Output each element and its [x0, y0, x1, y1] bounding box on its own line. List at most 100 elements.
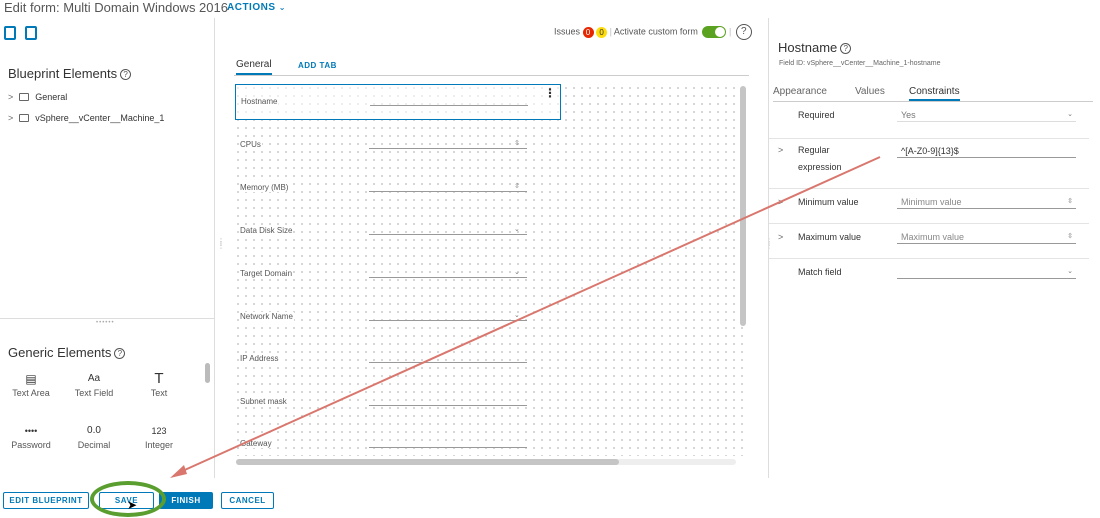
form-field-label: Target Domain [239, 269, 294, 278]
help-icon[interactable]: ? [735, 24, 752, 40]
required-value[interactable]: Yes [901, 110, 916, 120]
left-scrollbar[interactable] [205, 363, 210, 383]
help-icon[interactable]: ? [840, 43, 852, 55]
constraint-required: Required Yes ⌄ [769, 104, 1089, 139]
actions-menu[interactable]: ACTIONS ⌄ [227, 2, 286, 13]
cpus-input[interactable] [369, 148, 527, 149]
kebab-menu-icon[interactable]: ⋮ [544, 87, 556, 99]
add-tab-button[interactable]: ADD TAB [298, 61, 337, 70]
data-disk-size-select[interactable] [369, 234, 527, 235]
text-icon: T [154, 370, 164, 387]
constraint-label: Regular expression [798, 145, 842, 172]
chevron-right-icon[interactable]: > [8, 113, 13, 123]
stepper-icon[interactable]: ⇳ [1067, 230, 1073, 244]
resize-handle[interactable]: •••••• [96, 320, 115, 326]
help-icon[interactable]: ? [120, 69, 132, 81]
network-name-select[interactable] [369, 320, 527, 321]
generic-item-password[interactable]: •••• Password [1, 422, 61, 450]
regex-input[interactable]: ^[A-Z0-9]{13}$ [897, 144, 1076, 158]
tab-appearance[interactable]: Appearance [773, 86, 827, 99]
stepper-icon[interactable]: ⇳ [1067, 195, 1073, 209]
decimal-icon: 0.0 [87, 425, 101, 436]
tree-item-label: vSphere__vCenter__Machine_1 [35, 113, 165, 123]
form-field-data-disk-size[interactable]: Data Disk Size ⌄ [234, 214, 564, 250]
chevron-right-icon[interactable]: > [778, 197, 783, 207]
stepper-icon[interactable]: ⇳ [514, 182, 520, 190]
tab-values[interactable]: Values [855, 86, 885, 99]
form-canvas[interactable]: Hostname ⋮ CPUs ⇳ Memory (MB) ⇳ Data Dis… [234, 84, 749, 456]
form-field-label: Data Disk Size [239, 226, 294, 235]
form-field-target-domain[interactable]: Target Domain ⌄ [234, 257, 564, 293]
constraint-label: Required [798, 110, 835, 120]
constraint-match-field: Match field ⌄ [769, 259, 1089, 294]
min-value-input[interactable]: Minimum value ⇳ [897, 195, 1076, 209]
form-field-label: Memory (MB) [239, 183, 290, 192]
form-field-network-name[interactable]: Network Name ⌄ [234, 300, 564, 336]
chevron-down-icon[interactable]: ⌄ [1067, 108, 1073, 122]
constraint-label: Match field [798, 267, 842, 277]
page-title: Edit form: Multi Domain Windows 2016 [4, 0, 228, 15]
chevron-down-icon[interactable]: ⌄ [514, 268, 520, 276]
tab-general[interactable]: General [236, 59, 272, 75]
finish-button[interactable]: FINISH [159, 492, 213, 509]
form-field-gateway[interactable]: Gateway [234, 427, 564, 456]
chevron-down-icon[interactable]: ⌄ [1067, 265, 1073, 279]
resize-handle[interactable]: ⋮ ⋮ [217, 238, 225, 250]
form-field-hostname[interactable]: Hostname ⋮ [235, 84, 561, 120]
ip-address-input[interactable] [369, 362, 527, 363]
chevron-down-icon[interactable]: ⌄ [279, 3, 286, 12]
chevron-down-icon[interactable]: ⌄ [514, 225, 520, 233]
form-field-label: IP Address [239, 354, 280, 363]
tree-item-machine[interactable]: > vSphere__vCenter__Machine_1 [8, 113, 164, 123]
hostname-input[interactable] [370, 105, 528, 106]
required-select[interactable]: Yes ⌄ [897, 108, 1076, 122]
cancel-button[interactable]: CANCEL [221, 492, 274, 509]
max-value-placeholder[interactable]: Maximum value [901, 232, 964, 242]
custom-form-toggle[interactable] [702, 26, 727, 38]
generic-item-label: Text Area [12, 388, 50, 398]
generic-item-text[interactable]: T Text [129, 370, 189, 398]
chevron-down-icon[interactable]: ⌄ [514, 311, 520, 319]
form-field-cpus[interactable]: CPUs ⇳ [234, 128, 564, 164]
form-field-memory[interactable]: Memory (MB) ⇳ [234, 171, 564, 207]
edit-blueprint-button[interactable]: EDIT BLUEPRINT [3, 492, 89, 509]
tab-constraints[interactable]: Constraints [909, 86, 960, 101]
target-domain-select[interactable] [369, 277, 527, 278]
canvas-horizontal-scrollbar[interactable] [236, 459, 619, 465]
text-area-icon: ▤ [25, 372, 37, 386]
gateway-input[interactable] [369, 447, 527, 448]
folder-icon [19, 93, 30, 101]
chevron-right-icon[interactable]: > [778, 232, 783, 242]
issues-label: Issues [554, 26, 581, 37]
issues-error-badge[interactable]: 0 [582, 26, 594, 38]
subnet-mask-input[interactable] [369, 405, 527, 406]
panel-divider [0, 318, 214, 319]
generic-item-label: Decimal [77, 440, 111, 450]
help-icon[interactable]: ? [114, 348, 126, 360]
chevron-right-icon[interactable]: > [8, 92, 13, 102]
custom-form-label: Activate custom form [613, 26, 698, 37]
chevron-right-icon[interactable]: > [778, 145, 783, 155]
tree-item-general[interactable]: > General [8, 92, 67, 102]
generic-item-text-area[interactable]: ▤ Text Area [1, 370, 61, 398]
memory-input[interactable] [369, 191, 527, 192]
match-field-select[interactable]: ⌄ [897, 265, 1076, 279]
generic-item-text-field[interactable]: Aa Text Field [64, 370, 124, 398]
left-panel: Blueprint Elements? > General > vSphere__v… [0, 18, 215, 478]
generic-item-integer[interactable]: 123 Integer [129, 422, 189, 450]
copy-icon[interactable] [4, 26, 16, 40]
form-field-ip-address[interactable]: IP Address [234, 342, 564, 378]
clipboard-icon[interactable] [25, 26, 38, 40]
max-value-input[interactable]: Maximum value ⇳ [897, 230, 1076, 244]
actions-label[interactable]: ACTIONS [227, 2, 276, 13]
integer-icon: 123 [151, 426, 167, 436]
stepper-icon[interactable]: ⇳ [514, 139, 520, 147]
issues-warning-badge[interactable]: 0 [596, 26, 608, 38]
canvas-vertical-scrollbar[interactable] [740, 86, 746, 326]
properties-tabs: Appearance Values Constraints [773, 86, 1093, 102]
form-field-subnet-mask[interactable]: Subnet mask [234, 385, 564, 421]
form-field-label: CPUs [239, 140, 262, 149]
generic-elements-label: Generic Elements [8, 345, 112, 360]
min-value-placeholder[interactable]: Minimum value [901, 197, 962, 207]
generic-item-decimal[interactable]: 0.0 Decimal [64, 422, 124, 450]
